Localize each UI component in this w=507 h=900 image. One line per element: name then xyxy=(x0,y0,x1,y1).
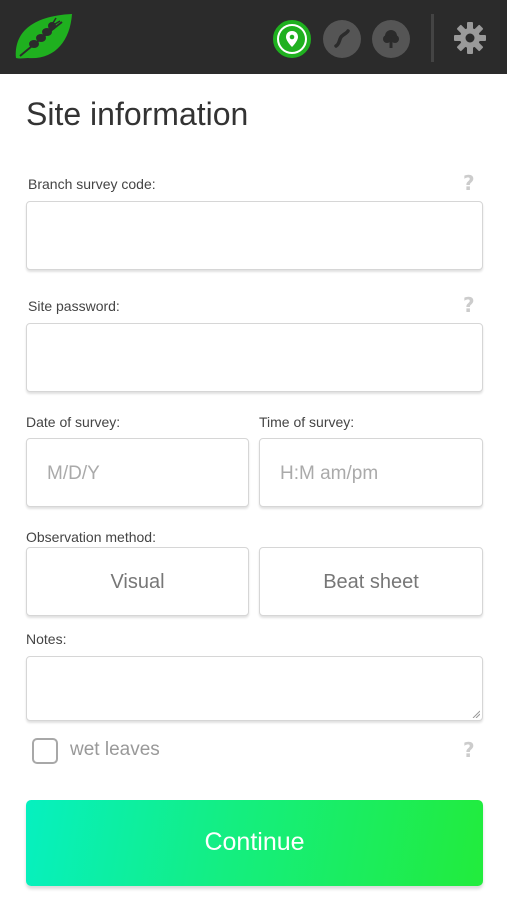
step-location-button[interactable] xyxy=(273,20,311,58)
date-placeholder: M/D/Y xyxy=(47,463,100,484)
visual-option-button[interactable]: Visual xyxy=(26,547,249,616)
date-input[interactable]: M/D/Y xyxy=(26,438,249,507)
continue-label: Continue xyxy=(204,828,305,856)
branch-code-input[interactable] xyxy=(26,201,483,270)
step-plant-button[interactable] xyxy=(372,20,410,58)
wet-leaves-checkbox[interactable] xyxy=(32,738,58,764)
step-arthropods-button[interactable] xyxy=(323,20,361,58)
header-divider xyxy=(431,14,434,62)
beat-sheet-option-label: Beat sheet xyxy=(323,571,419,593)
top-bar xyxy=(0,0,507,74)
leaf-caterpillar-icon[interactable] xyxy=(12,12,74,62)
observation-method-label: Observation method: xyxy=(26,529,156,545)
tree-icon xyxy=(383,30,399,48)
page-title: Site information xyxy=(26,96,249,132)
wet-leaves-label: wet leaves xyxy=(70,739,160,760)
visual-option-label: Visual xyxy=(110,571,165,593)
time-label: Time of survey: xyxy=(259,414,355,430)
wet-leaves-help-icon[interactable]: ? xyxy=(463,738,475,762)
notes-label: Notes: xyxy=(26,631,67,647)
notes-textarea[interactable] xyxy=(26,656,483,721)
caterpillar-icon xyxy=(334,29,350,48)
gear-icon[interactable] xyxy=(452,20,488,56)
beat-sheet-option-button[interactable]: Beat sheet xyxy=(259,547,483,616)
continue-button[interactable]: Continue xyxy=(26,800,483,886)
time-placeholder: H:M am/pm xyxy=(280,463,379,484)
branch-code-help-icon[interactable]: ? xyxy=(463,171,475,195)
resize-handle-icon[interactable] xyxy=(472,710,480,718)
site-password-input[interactable] xyxy=(26,323,483,392)
site-password-label: Site password: xyxy=(28,298,120,314)
date-label: Date of survey: xyxy=(26,414,121,430)
location-pin-icon xyxy=(279,26,305,52)
site-password-help-icon[interactable]: ? xyxy=(463,293,475,317)
branch-code-label: Branch survey code: xyxy=(28,176,156,192)
time-input[interactable]: H:M am/pm xyxy=(259,438,483,507)
